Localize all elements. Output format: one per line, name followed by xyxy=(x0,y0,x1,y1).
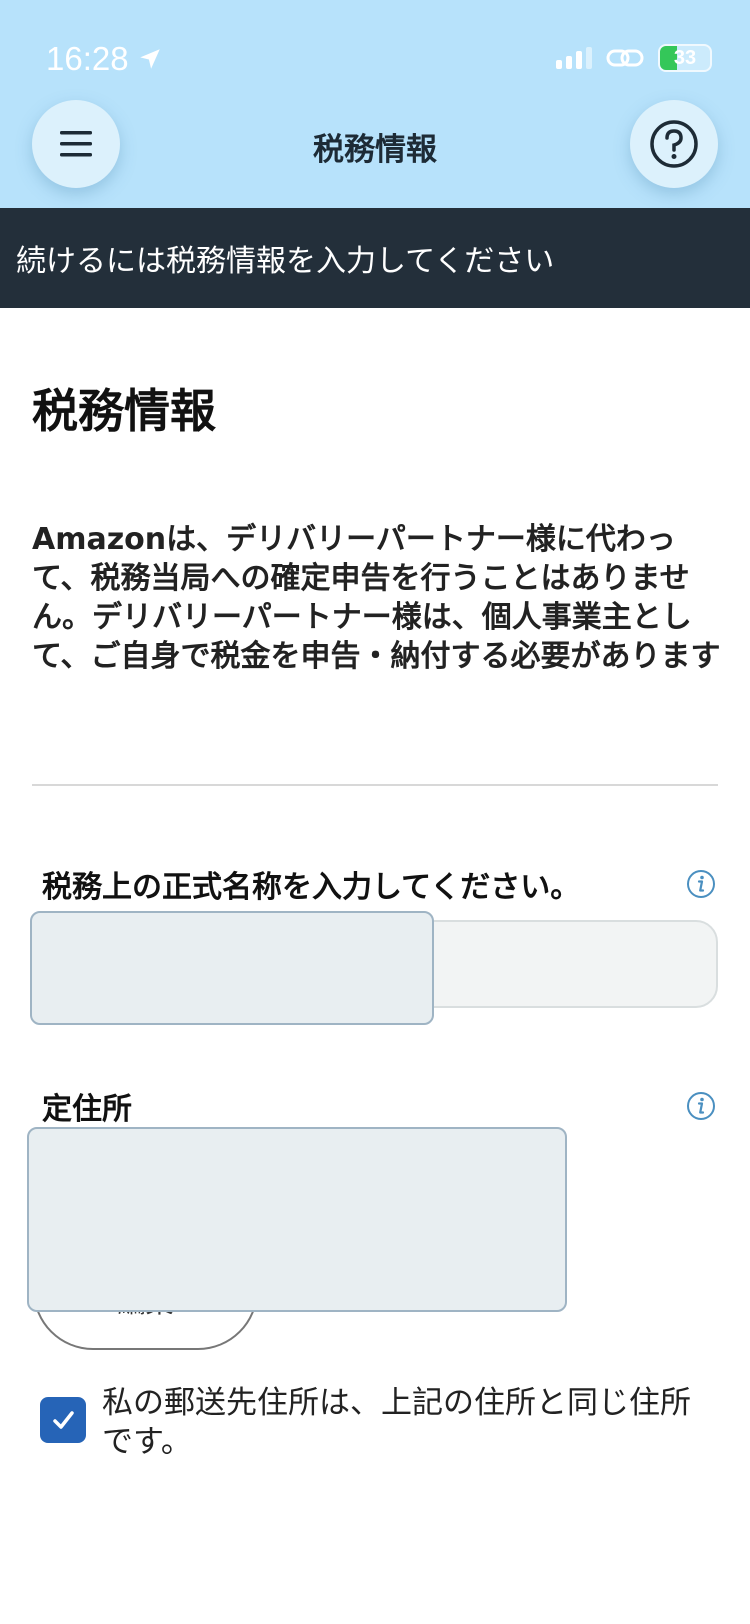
top-bar: 16:28 33 税務情報 xyxy=(0,0,750,208)
help-button[interactable] xyxy=(630,100,718,188)
notice-banner: 続けるには税務情報を入力してください xyxy=(0,208,750,308)
signal-icon xyxy=(556,47,592,69)
description-text: Amazonは、デリバリーパートナー様に代わって、税務当局への確定申告を行うこと… xyxy=(32,522,721,674)
location-arrow-icon xyxy=(139,49,160,69)
battery-icon: 33 xyxy=(658,44,712,72)
divider xyxy=(32,784,718,786)
question-mark-icon xyxy=(650,120,698,168)
info-icon[interactable] xyxy=(686,1091,716,1121)
link-icon xyxy=(606,49,644,67)
legal-name-label: 税務上の正式名称を入力してください。 xyxy=(42,870,581,905)
redaction-box xyxy=(27,1127,567,1312)
status-time-text: 16:28 xyxy=(46,40,129,77)
info-icon[interactable] xyxy=(686,869,716,899)
address-label: 定住所 xyxy=(42,1092,132,1127)
same-address-checkbox[interactable] xyxy=(40,1397,86,1443)
status-time: 16:28 xyxy=(46,40,163,78)
same-address-label: 私の郵送先住所は、上記の住所と同じ住所です。 xyxy=(102,1385,691,1460)
redaction-box xyxy=(30,911,434,1025)
battery-level: 33 xyxy=(673,47,697,69)
status-icons: 33 xyxy=(556,44,712,72)
checkmark-icon xyxy=(53,1411,74,1429)
section-title: 税務情報 xyxy=(32,384,216,438)
notice-banner-text: 続けるには税務情報を入力してください xyxy=(16,244,555,279)
